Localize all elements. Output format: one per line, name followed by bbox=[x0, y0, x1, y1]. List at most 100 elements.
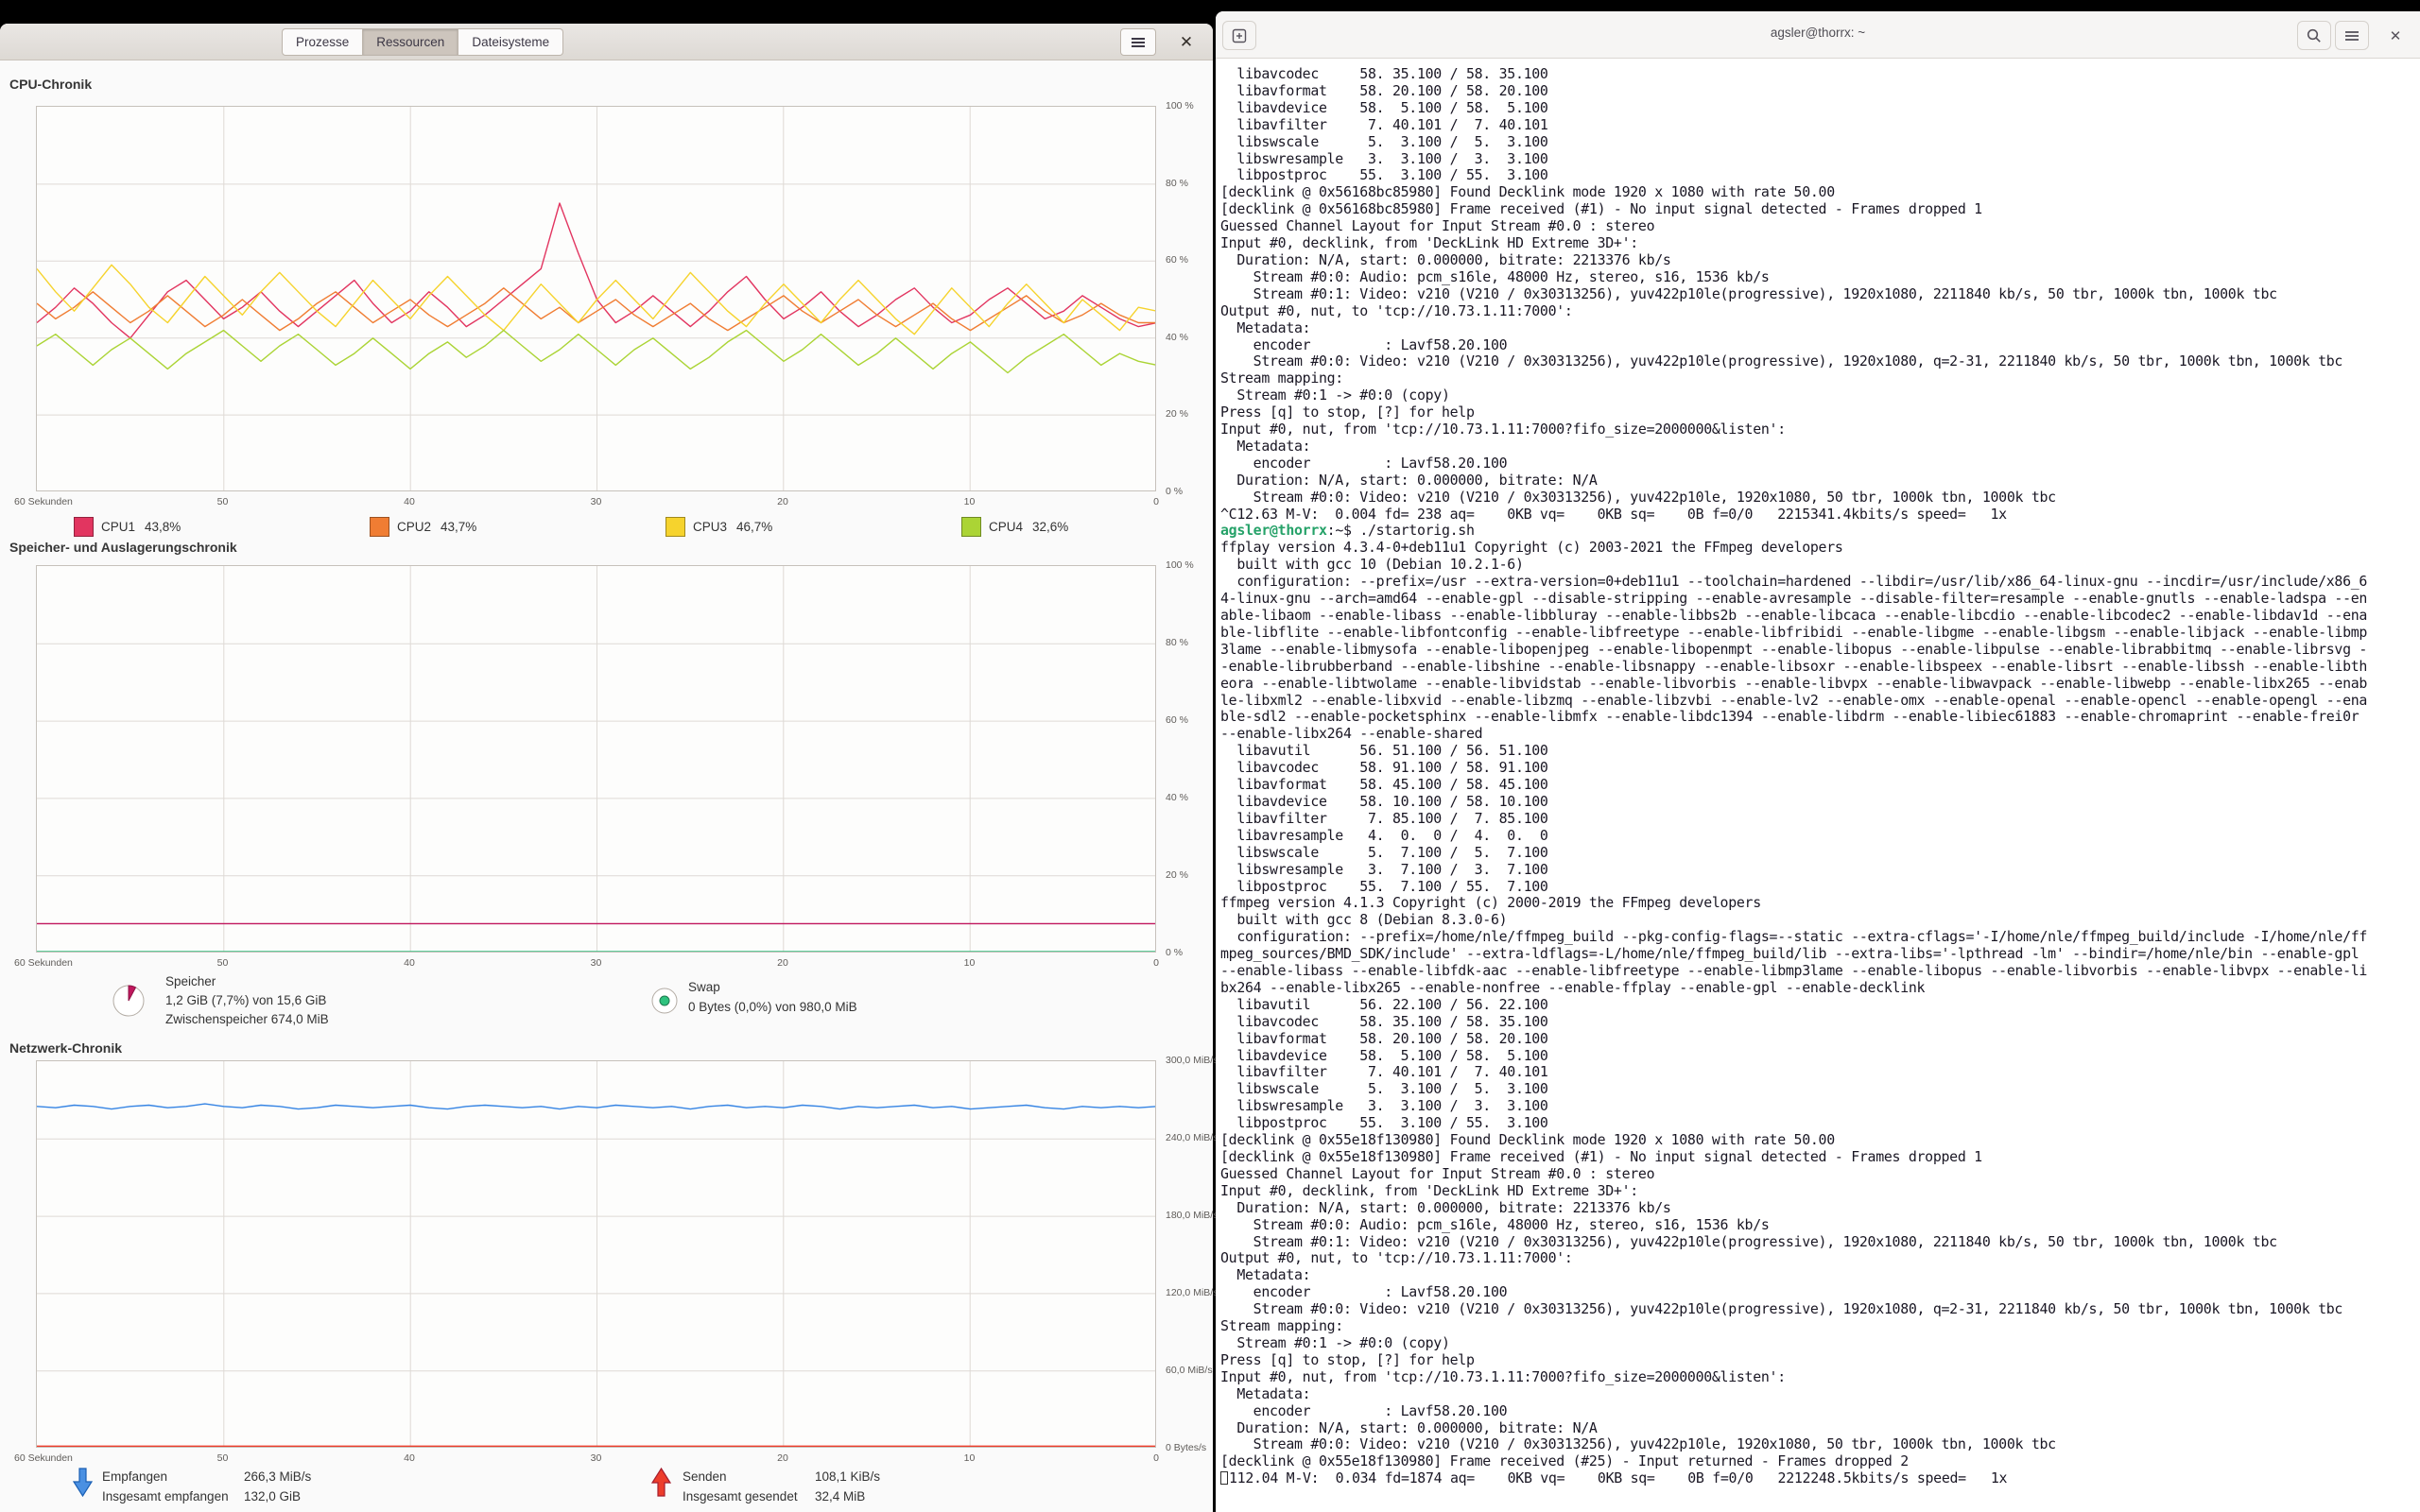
prompt-user: agsler@thorrx bbox=[1220, 522, 1327, 539]
terminal-line: encoder : Lavf58.20.100 bbox=[1220, 1403, 2420, 1420]
network-chart: 300,0 MiB/s240,0 MiB/s180,0 MiB/s120,0 M… bbox=[36, 1060, 1156, 1448]
x-axis-tick: 20 bbox=[777, 957, 788, 969]
cpu-value: 32,6% bbox=[1032, 520, 1068, 534]
terminal-line: Stream #0:0: Audio: pcm_s16le, 48000 Hz,… bbox=[1220, 1217, 2420, 1234]
cpu-value: 46,7% bbox=[736, 520, 772, 534]
receive-rate: 266,3 MiB/s bbox=[244, 1469, 311, 1484]
terminal-line: libavfilter 7. 85.100 / 7. 85.100 bbox=[1220, 811, 2420, 828]
send-label: Senden bbox=[683, 1469, 727, 1484]
terminal-line: Duration: N/A, start: 0.000000, bitrate:… bbox=[1220, 1420, 2420, 1437]
cpu-value: 43,8% bbox=[145, 520, 181, 534]
terminal-line: libavutil 56. 22.100 / 56. 22.100 bbox=[1220, 997, 2420, 1014]
x-axis-tick: 0 bbox=[1153, 496, 1159, 507]
swap-label: Swap bbox=[688, 980, 720, 994]
terminal-line: 4-linux-gnu --arch=amd64 --enable-gpl --… bbox=[1220, 591, 2420, 608]
terminal-line: Metadata: bbox=[1220, 1267, 2420, 1284]
terminal-line: Input #0, nut, from 'tcp://10.73.1.11:70… bbox=[1220, 1369, 2420, 1386]
terminal-menu-button[interactable] bbox=[2335, 21, 2369, 50]
terminal-line: --enable-libx264 --enable-shared bbox=[1220, 726, 2420, 743]
cpu-label: CPU4 bbox=[989, 520, 1023, 534]
terminal-line: le-libxml2 --enable-libxvid --enable-lib… bbox=[1220, 693, 2420, 710]
y-axis-tick: 0 % bbox=[1166, 947, 1183, 958]
x-axis-tick: 10 bbox=[964, 957, 976, 969]
terminal-line: libswscale 5. 3.100 / 5. 3.100 bbox=[1220, 134, 2420, 151]
terminal-line: Output #0, nut, to 'tcp://10.73.1.11:700… bbox=[1220, 303, 2420, 320]
x-axis-tick: 40 bbox=[404, 1452, 415, 1464]
y-axis-tick: 60 % bbox=[1166, 714, 1188, 726]
terminal-line: libavcodec 58. 35.100 / 58. 35.100 bbox=[1220, 66, 2420, 83]
terminal-line: [decklink @ 0x55e18f130980] Frame receiv… bbox=[1220, 1453, 2420, 1470]
terminal-line: Duration: N/A, start: 0.000000, bitrate:… bbox=[1220, 472, 2420, 490]
y-axis-tick: 20 % bbox=[1166, 408, 1188, 420]
terminal-cursor bbox=[1220, 1471, 1228, 1485]
terminal-line: mpeg_sources/BMD_SDK/include' --extra-ld… bbox=[1220, 946, 2420, 963]
cpu-legend-item: CPU143,8% bbox=[74, 515, 181, 538]
terminal-line: Stream #0:0: Video: v210 (V210 / 0x30313… bbox=[1220, 353, 2420, 370]
terminal-line: libavformat 58. 20.100 / 58. 20.100 bbox=[1220, 1031, 2420, 1048]
cpu-legend-item: CPU4 32,6% bbox=[961, 515, 1068, 538]
terminal-line: [decklink @ 0x55e18f130980] Found Deckli… bbox=[1220, 1132, 2420, 1149]
y-axis-tick: 0 % bbox=[1166, 486, 1183, 497]
terminal-line: libswscale 5. 7.100 / 5. 7.100 bbox=[1220, 845, 2420, 862]
terminal-line: Metadata: bbox=[1220, 438, 2420, 455]
terminal-line: Stream #0:0: Audio: pcm_s16le, 48000 Hz,… bbox=[1220, 269, 2420, 286]
y-axis-tick: 60,0 MiB/s bbox=[1166, 1365, 1213, 1376]
cpu-legend-item: CPU3 46,7% bbox=[666, 515, 772, 538]
menu-button[interactable] bbox=[1120, 28, 1156, 56]
terminal-line: libpostproc 55. 3.100 / 55. 3.100 bbox=[1220, 1115, 2420, 1132]
y-axis-tick: 60 % bbox=[1166, 254, 1188, 266]
view-switcher: Prozesse Ressourcen Dateisysteme bbox=[282, 28, 563, 56]
terminal-line: libswresample 3. 3.100 / 3. 3.100 bbox=[1220, 151, 2420, 168]
terminal-line: libswresample 3. 3.100 / 3. 3.100 bbox=[1220, 1098, 2420, 1115]
terminal-line: Output #0, nut, to 'tcp://10.73.1.11:700… bbox=[1220, 1250, 2420, 1267]
cpu-legend-item: CPU243,7% bbox=[370, 515, 476, 538]
memory-cache: Zwischenspeicher 674,0 MiB bbox=[165, 1012, 329, 1026]
terminal-line: built with gcc 8 (Debian 8.3.0-6) bbox=[1220, 912, 2420, 929]
terminal-line: Stream #0:1: Video: v210 (V210 / 0x30313… bbox=[1220, 1234, 2420, 1251]
terminal-line: Guessed Channel Layout for Input Stream … bbox=[1220, 218, 2420, 235]
x-axis-tick: 0 bbox=[1153, 957, 1159, 969]
download-arrow-icon bbox=[72, 1468, 95, 1498]
search-icon bbox=[2307, 28, 2322, 43]
terminal-line: configuration: --prefix=/home/nle/ffmpeg… bbox=[1220, 929, 2420, 946]
cpu-color-swatch bbox=[666, 517, 685, 537]
memory-chart: 100 %80 %60 %40 %20 %0 %60 Sekunden50403… bbox=[36, 565, 1156, 953]
y-axis-tick: 120,0 MiB/s bbox=[1166, 1287, 1218, 1298]
terminal-line: ffmpeg version 4.1.3 Copyright (c) 2000-… bbox=[1220, 895, 2420, 912]
terminal-line: ^C12.63 M-V: 0.004 fd= 238 aq= 0KB vq= 0… bbox=[1220, 507, 2420, 524]
tab-dateisysteme[interactable]: Dateisysteme bbox=[458, 28, 563, 56]
terminal-headerbar: agsler@thorrx: ~ ✕ bbox=[1216, 11, 2420, 59]
terminal-line: libpostproc 55. 7.100 / 55. 7.100 bbox=[1220, 879, 2420, 896]
tab-ressourcen[interactable]: Ressourcen bbox=[363, 28, 458, 56]
hamburger-icon bbox=[1132, 38, 1145, 47]
x-axis-tick: 10 bbox=[964, 496, 976, 507]
x-axis-tick: 10 bbox=[964, 1452, 976, 1464]
terminal-line: [decklink @ 0x55e18f130980] Frame receiv… bbox=[1220, 1149, 2420, 1166]
x-axis-tick: 60 Sekunden bbox=[14, 496, 73, 507]
terminal-line: Guessed Channel Layout for Input Stream … bbox=[1220, 1166, 2420, 1183]
terminal-line: encoder : Lavf58.20.100 bbox=[1220, 337, 2420, 354]
terminal-line: agsler@thorrx:~$ ./startorig.sh bbox=[1220, 523, 2420, 540]
cpu-label: CPU3 bbox=[693, 520, 727, 534]
terminal-line: libavfilter 7. 40.101 / 7. 40.101 bbox=[1220, 117, 2420, 134]
terminal-line: Input #0, decklink, from 'DeckLink HD Ex… bbox=[1220, 1183, 2420, 1200]
terminal-close-button[interactable]: ✕ bbox=[2380, 21, 2411, 50]
tab-prozesse[interactable]: Prozesse bbox=[282, 28, 363, 56]
terminal-line: libpostproc 55. 3.100 / 55. 3.100 bbox=[1220, 167, 2420, 184]
y-axis-tick: 0 Bytes/s bbox=[1166, 1442, 1206, 1453]
close-button[interactable]: ✕ bbox=[1172, 28, 1201, 56]
search-button[interactable] bbox=[2297, 21, 2331, 50]
terminal-line: libavdevice 58. 5.100 / 58. 5.100 bbox=[1220, 1048, 2420, 1065]
terminal-line: 112.04 M-V: 0.034 fd=1874 aq= 0KB vq= 0K… bbox=[1220, 1470, 2420, 1487]
terminal-line: libavcodec 58. 35.100 / 58. 35.100 bbox=[1220, 1014, 2420, 1031]
cpu-chart: 100 %80 %60 %40 %20 %0 %60 Sekunden50403… bbox=[36, 106, 1156, 491]
terminal-line: ble-libflite --enable-libfontconfig --en… bbox=[1220, 625, 2420, 642]
new-tab-button[interactable] bbox=[1222, 21, 1256, 50]
x-axis-tick: 30 bbox=[591, 1452, 602, 1464]
y-axis-tick: 20 % bbox=[1166, 869, 1188, 881]
terminal-output[interactable]: libavcodec 58. 35.100 / 58. 35.100 libav… bbox=[1216, 59, 2420, 1512]
terminal-line: libavformat 58. 20.100 / 58. 20.100 bbox=[1220, 83, 2420, 100]
terminal-line: Stream #0:0: Video: v210 (V210 / 0x30313… bbox=[1220, 490, 2420, 507]
terminal-line: Stream #0:0: Video: v210 (V210 / 0x30313… bbox=[1220, 1301, 2420, 1318]
y-axis-tick: 40 % bbox=[1166, 792, 1188, 803]
